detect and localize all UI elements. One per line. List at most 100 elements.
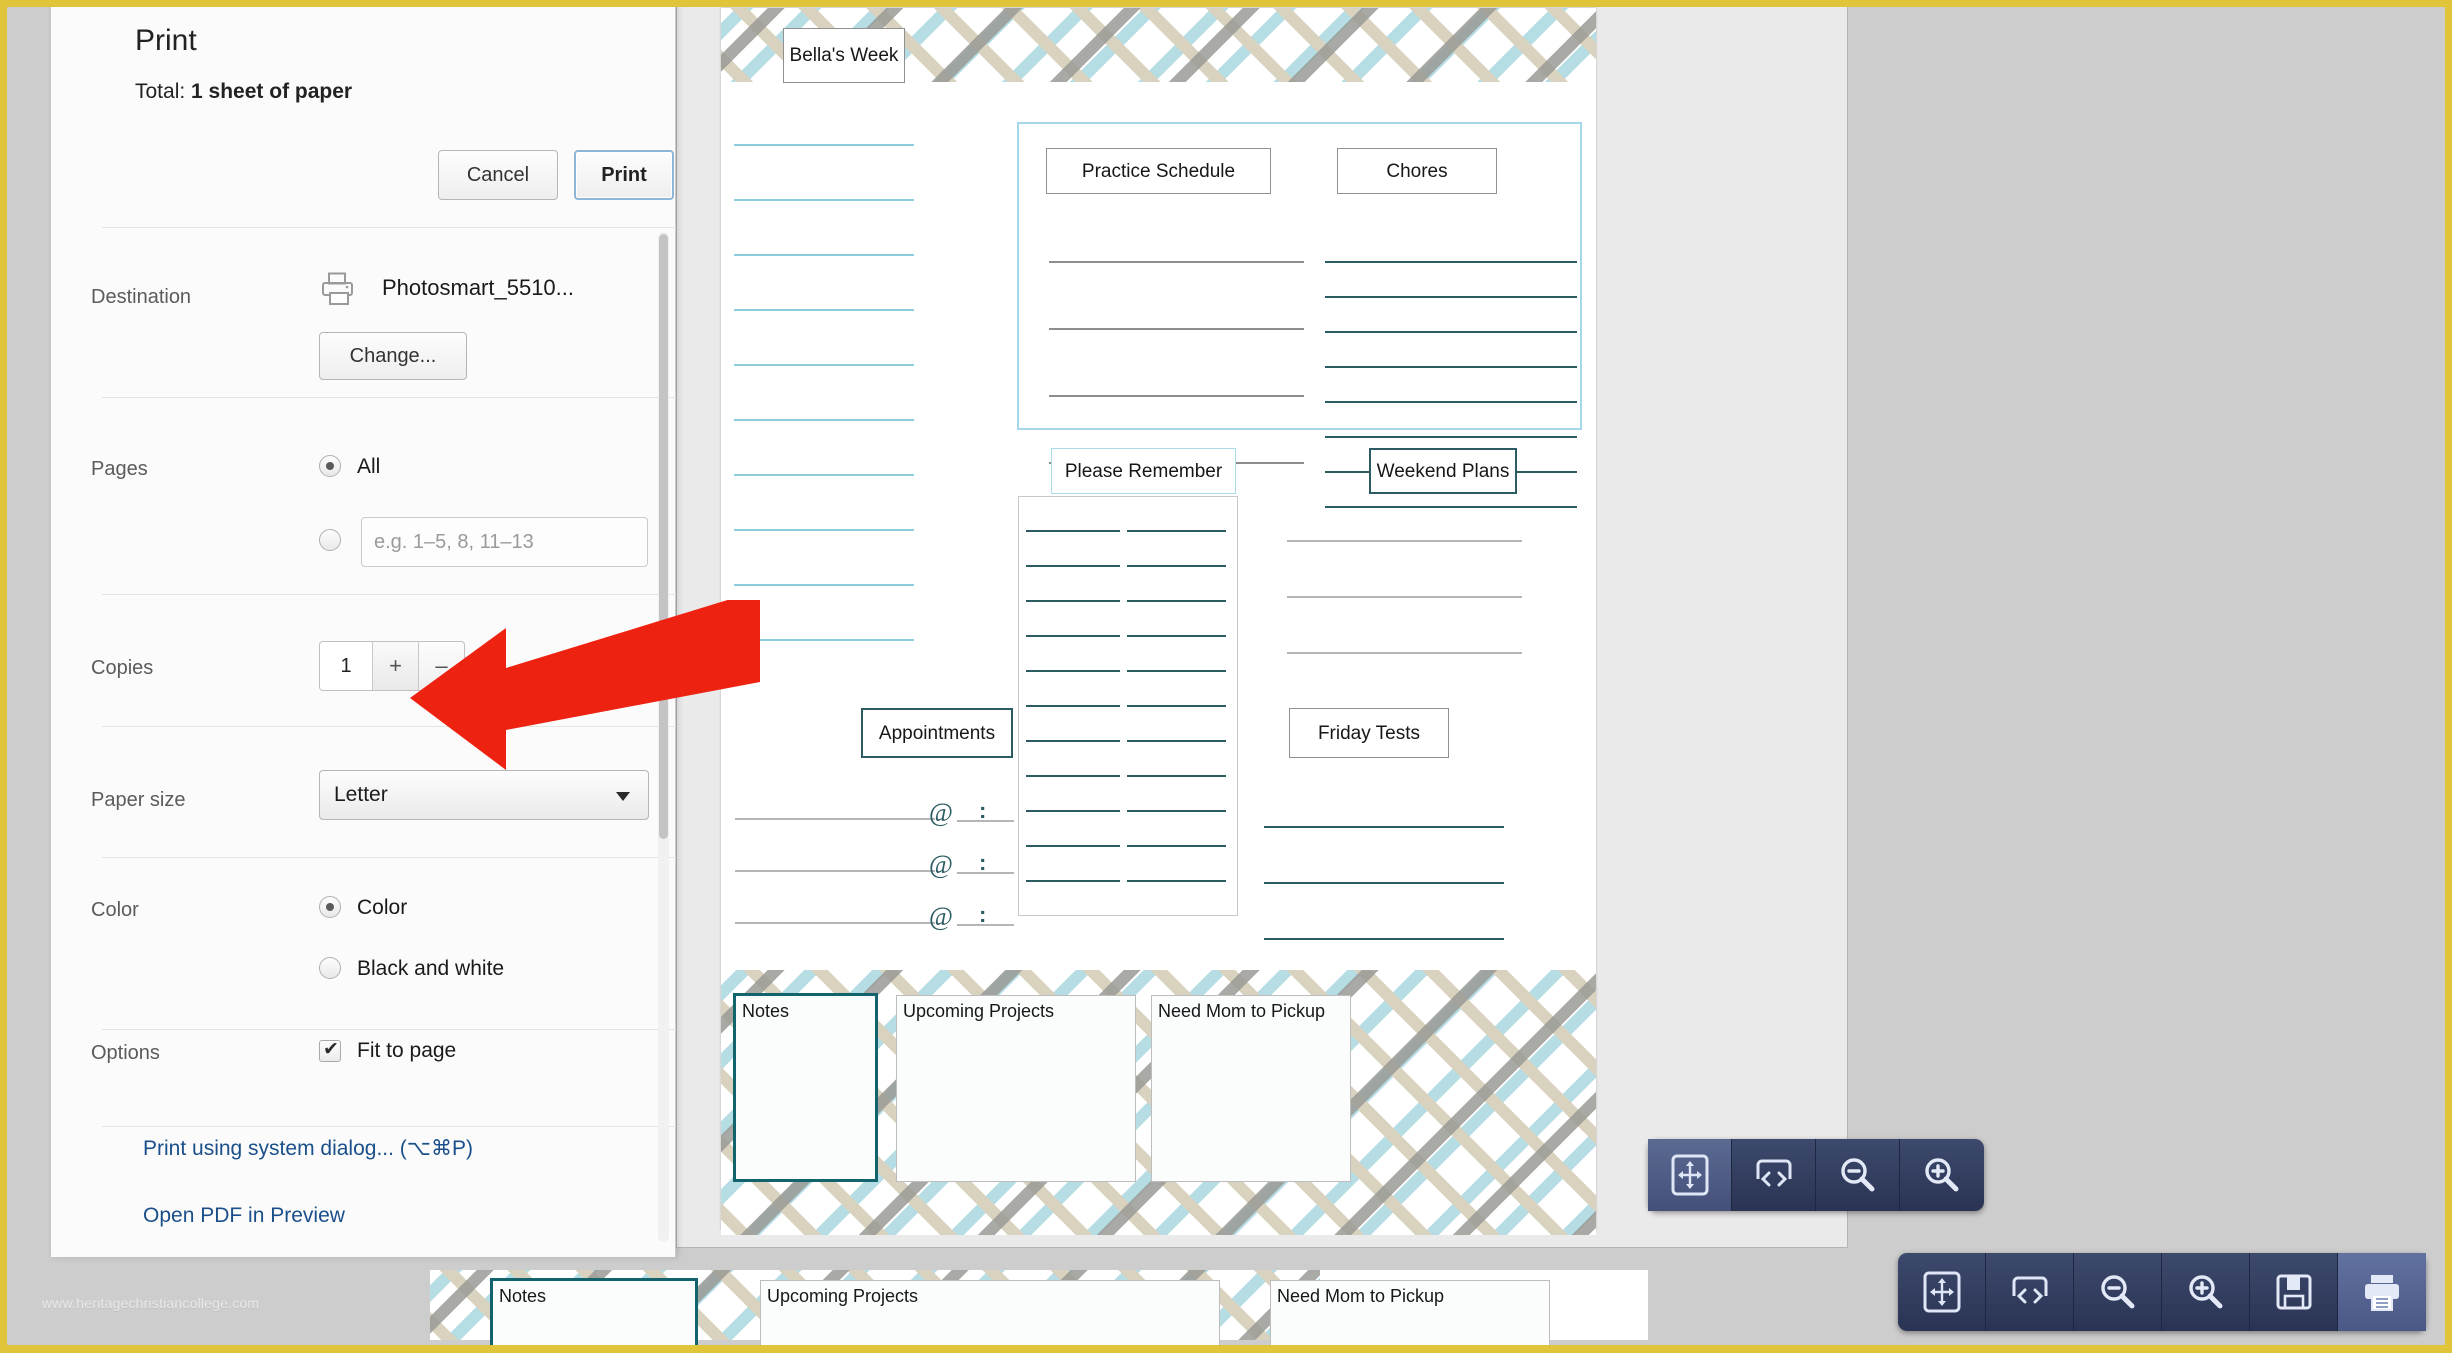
- cancel-button[interactable]: Cancel: [438, 150, 558, 200]
- fit-width-icon[interactable]: [1986, 1253, 2074, 1331]
- pages-range-radio[interactable]: [319, 529, 341, 551]
- remember-rule-r: [1127, 880, 1226, 882]
- practice-schedule-box: Practice Schedule: [1046, 148, 1271, 194]
- main-toolbar[interactable]: [1898, 1253, 2426, 1331]
- pages-all-label[interactable]: All: [357, 455, 380, 479]
- pages-all-radio[interactable]: [319, 455, 341, 477]
- left-rule: [734, 254, 914, 256]
- at-icon: @: [929, 850, 953, 879]
- notes-label: Notes: [742, 1001, 790, 1021]
- remember-rule-l: [1026, 600, 1120, 602]
- left-rule: [734, 474, 914, 476]
- left-rule: [734, 144, 914, 146]
- pages-range-input[interactable]: e.g. 1–5, 8, 11–13: [361, 517, 648, 567]
- preview-zoom-toolbar[interactable]: [1648, 1139, 1984, 1211]
- paper-size-value: Letter: [334, 783, 388, 806]
- frame-border-bottom: [0, 1345, 2452, 1353]
- friday-tests-box: Friday Tests: [1289, 708, 1449, 758]
- chores-rule: [1325, 261, 1577, 263]
- title-box: Bella's Week: [783, 28, 905, 83]
- print-icon[interactable]: [2338, 1253, 2426, 1331]
- left-rule: [734, 639, 914, 641]
- frame-border-top: [0, 0, 2452, 7]
- save-icon[interactable]: [2250, 1253, 2338, 1331]
- total-value: 1 sheet of paper: [191, 80, 353, 103]
- fit-to-page-checkbox[interactable]: [319, 1038, 341, 1062]
- copies-value[interactable]: 1: [320, 642, 372, 690]
- zoom-in-icon[interactable]: [2162, 1253, 2250, 1331]
- appointments-box: Appointments: [861, 708, 1013, 758]
- bg-projects-label: Upcoming Projects: [767, 1286, 919, 1306]
- please-remember-box: Please Remember: [1051, 448, 1236, 494]
- fit-page-icon[interactable]: [1648, 1139, 1732, 1211]
- upcoming-projects-box: Upcoming Projects: [896, 995, 1136, 1182]
- appointments-label: Appointments: [878, 722, 996, 744]
- remember-rule-l: [1026, 775, 1120, 777]
- bg-notes-label: Notes: [499, 1286, 547, 1306]
- fit-to-page-label[interactable]: Fit to page: [357, 1039, 456, 1063]
- pages-label: Pages: [91, 458, 148, 480]
- weekend-rule: [1287, 596, 1522, 598]
- color-mode-color-radio[interactable]: [319, 896, 341, 918]
- frame-border-left: [0, 0, 7, 1353]
- remember-rule-r: [1127, 705, 1226, 707]
- paper-size-label: Paper size: [91, 789, 186, 811]
- chores-rule: [1325, 366, 1577, 368]
- copies-label: Copies: [91, 657, 154, 679]
- practice-rule: [1049, 261, 1304, 263]
- remember-rule-r: [1127, 670, 1226, 672]
- color-mode-color-label[interactable]: Color: [357, 896, 407, 920]
- zoom-in-icon[interactable]: [1900, 1139, 1984, 1211]
- frame-border-right: [2445, 0, 2452, 1353]
- remember-rule-r: [1127, 775, 1226, 777]
- color-label: Color: [91, 899, 139, 921]
- chores-label: Chores: [1386, 160, 1448, 182]
- red-arrow-annotation: [410, 600, 760, 770]
- remember-rule-l: [1026, 670, 1120, 672]
- change-destination-button[interactable]: Change...: [319, 332, 467, 380]
- destination-label: Destination: [91, 286, 192, 308]
- color-mode-bw-radio[interactable]: [319, 957, 341, 979]
- weekend-rule: [1287, 540, 1522, 542]
- open-pdf-preview-link[interactable]: Open PDF in Preview: [143, 1204, 345, 1228]
- remember-rule-r: [1127, 635, 1226, 637]
- colon-icon: :: [979, 902, 987, 927]
- left-rule: [734, 309, 914, 311]
- bg-pickup-box: Need Mom to Pickup: [1270, 1280, 1550, 1345]
- chores-rule: [1325, 436, 1577, 438]
- left-rule: [734, 529, 914, 531]
- remember-rule-r: [1127, 530, 1226, 532]
- weekend-plans-box: Weekend Plans: [1369, 448, 1517, 494]
- remember-rule-r: [1127, 565, 1226, 567]
- zoom-out-icon[interactable]: [1816, 1139, 1900, 1211]
- left-rule: [734, 199, 914, 201]
- notes-box: Notes: [733, 993, 878, 1182]
- friday-tests-label: Friday Tests: [1317, 722, 1421, 744]
- weekend-plans-label: Weekend Plans: [1376, 460, 1510, 482]
- remember-rule-l: [1026, 530, 1120, 532]
- at-icon: @: [929, 798, 953, 827]
- left-rule: [734, 419, 914, 421]
- remember-rule-l: [1026, 705, 1120, 707]
- bg-projects-box: Upcoming Projects: [760, 1280, 1220, 1345]
- upcoming-projects-label: Upcoming Projects: [903, 1001, 1055, 1021]
- options-label: Options: [91, 1042, 160, 1064]
- appointment-line: [735, 870, 935, 872]
- chores-rule: [1325, 296, 1577, 298]
- print-preview-window: Bella's Week Practice Schedule Chores Pl…: [676, 0, 1848, 1248]
- chores-rule: [1325, 506, 1577, 508]
- chores-rule: [1325, 401, 1577, 403]
- total-prefix: Total:: [135, 80, 192, 103]
- weekend-rule: [1287, 652, 1522, 654]
- print-button[interactable]: Print: [574, 150, 674, 200]
- print-system-dialog-link[interactable]: Print using system dialog... (⌥⌘P): [143, 1136, 473, 1161]
- fit-page-icon[interactable]: [1898, 1253, 1986, 1331]
- chevron-down-icon: [616, 792, 630, 801]
- bg-pickup-label: Need Mom to Pickup: [1277, 1286, 1445, 1306]
- appointment-line: [735, 818, 935, 820]
- color-mode-bw-label[interactable]: Black and white: [357, 957, 504, 981]
- color-section: [102, 857, 676, 1029]
- fit-width-icon[interactable]: [1732, 1139, 1816, 1211]
- bg-notes-box: Notes: [490, 1278, 698, 1345]
- zoom-out-icon[interactable]: [2074, 1253, 2162, 1331]
